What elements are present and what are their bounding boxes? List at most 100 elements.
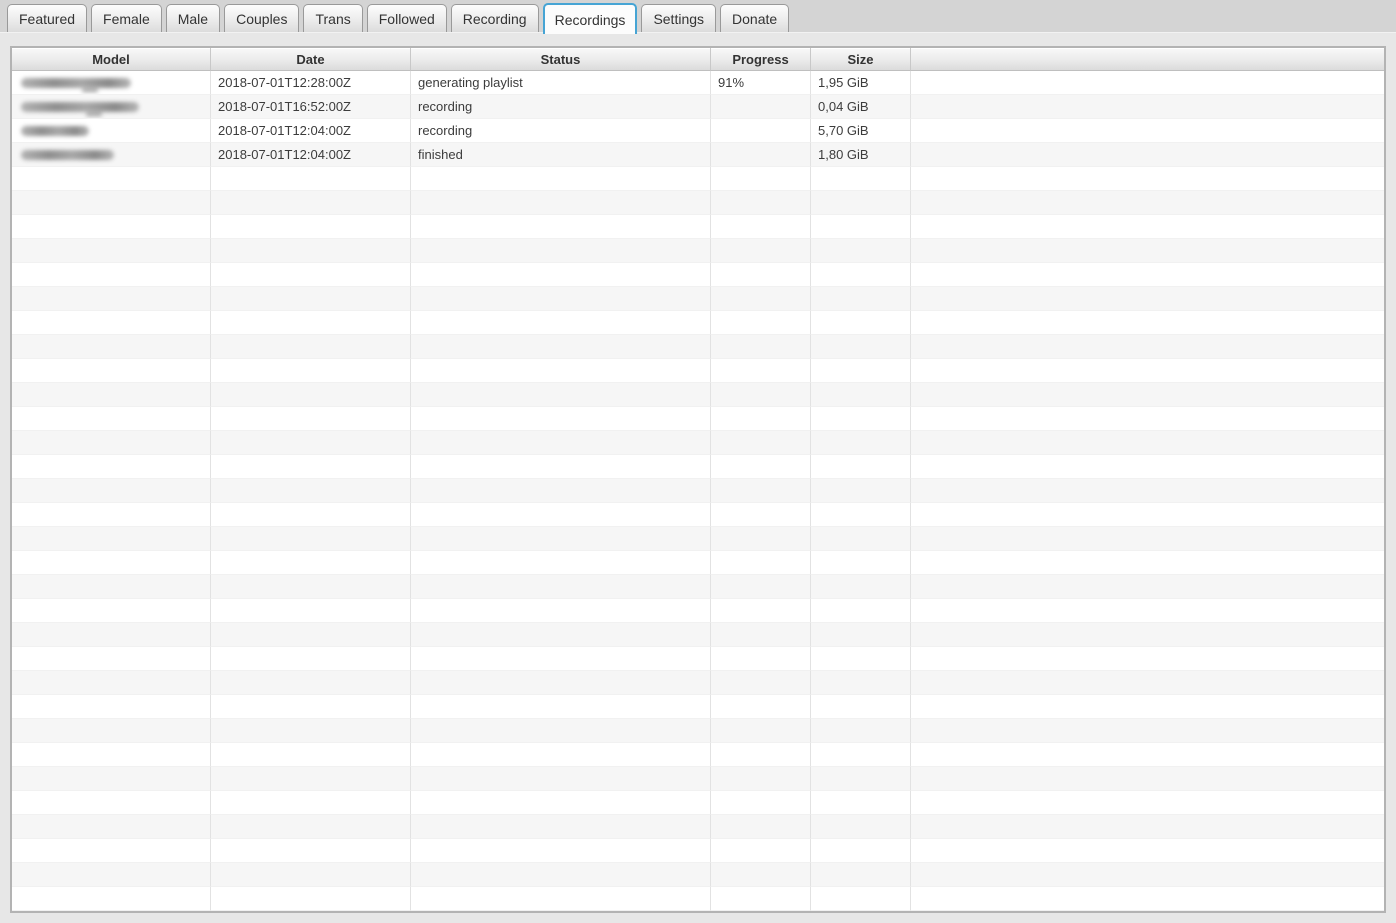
tab-female[interactable]: Female	[91, 4, 162, 32]
empty-cell	[711, 455, 811, 479]
empty-cell	[811, 191, 911, 215]
empty-cell	[711, 383, 811, 407]
empty-cell	[811, 431, 911, 455]
empty-cell	[411, 191, 711, 215]
empty-cell	[711, 815, 811, 839]
empty-cell	[711, 647, 811, 671]
empty-cell	[911, 671, 1384, 695]
empty-cell	[711, 263, 811, 287]
empty-cell	[911, 455, 1384, 479]
empty-row	[12, 695, 1384, 719]
recordings-table: Model Date Status Progress Size 2018-07-…	[10, 46, 1386, 913]
empty-cell	[811, 575, 911, 599]
empty-cell	[711, 335, 811, 359]
tab-bar: Featured Female Male Couples Trans Follo…	[0, 0, 1396, 34]
empty-cell	[211, 599, 411, 623]
tab-donate[interactable]: Donate	[720, 4, 790, 32]
empty-cell	[12, 815, 211, 839]
empty-cell	[211, 863, 411, 887]
empty-cell	[811, 167, 911, 191]
empty-row	[12, 239, 1384, 263]
empty-cell	[911, 863, 1384, 887]
empty-cell	[911, 503, 1384, 527]
empty-cell	[211, 455, 411, 479]
column-header-date[interactable]: Date	[211, 48, 411, 71]
empty-cell	[811, 383, 911, 407]
empty-cell	[211, 215, 411, 239]
tab-recording[interactable]: Recording	[450, 4, 539, 32]
model-name-redacted	[21, 125, 89, 136]
empty-cell	[711, 215, 811, 239]
progress-cell: 91%	[711, 71, 811, 95]
empty-cell	[211, 431, 411, 455]
tab-couples[interactable]: Couples	[224, 4, 300, 32]
empty-cell	[711, 239, 811, 263]
tab-settings[interactable]: Settings	[641, 4, 717, 32]
empty-cell	[911, 359, 1384, 383]
empty-cell	[811, 767, 911, 791]
empty-cell	[911, 191, 1384, 215]
empty-cell	[211, 359, 411, 383]
empty-row	[12, 167, 1384, 191]
column-header-progress[interactable]: Progress	[711, 48, 811, 71]
empty-cell	[911, 839, 1384, 863]
empty-row	[12, 623, 1384, 647]
empty-row	[12, 671, 1384, 695]
tab-trans[interactable]: Trans	[303, 4, 363, 32]
empty-cell	[911, 647, 1384, 671]
empty-cell	[411, 695, 711, 719]
empty-cell	[911, 335, 1384, 359]
column-header-size[interactable]: Size	[811, 48, 911, 71]
empty-cell	[811, 551, 911, 575]
empty-cell	[411, 719, 711, 743]
model-name-redacted	[21, 149, 114, 160]
size-cell: 5,70 GiB	[811, 119, 911, 143]
tab-male[interactable]: Male	[165, 4, 221, 32]
empty-cell	[12, 311, 211, 335]
empty-cell	[211, 167, 411, 191]
empty-cell	[411, 671, 711, 695]
recording-row[interactable]: 2018-07-01T12:04:00Z recording 5,70 GiB	[12, 119, 1384, 143]
tab-followed[interactable]: Followed	[366, 4, 447, 32]
empty-cell	[811, 671, 911, 695]
empty-cell	[211, 503, 411, 527]
empty-cell	[811, 743, 911, 767]
empty-cell	[411, 599, 711, 623]
empty-cell	[911, 599, 1384, 623]
empty-cell	[811, 815, 911, 839]
empty-cell	[911, 167, 1384, 191]
recording-row[interactable]: 2018-07-01T12:04:00Z finished 1,80 GiB	[12, 143, 1384, 167]
column-header-status[interactable]: Status	[411, 48, 711, 71]
empty-cell	[211, 887, 411, 911]
empty-cell	[811, 623, 911, 647]
empty-cell	[711, 407, 811, 431]
tab-featured[interactable]: Featured	[7, 4, 88, 32]
empty-cell	[411, 839, 711, 863]
empty-cell	[12, 623, 211, 647]
empty-row	[12, 551, 1384, 575]
empty-cell	[12, 407, 211, 431]
empty-cell	[911, 527, 1384, 551]
recording-row[interactable]: 2018-07-01T16:52:00Z recording 0,04 GiB	[12, 95, 1384, 119]
empty-cell	[411, 311, 711, 335]
empty-cell	[711, 503, 811, 527]
date-cell: 2018-07-01T12:28:00Z	[211, 71, 411, 95]
model-cell	[12, 95, 211, 119]
tab-recordings[interactable]: Recordings	[542, 3, 638, 34]
empty-cell	[811, 335, 911, 359]
empty-cell	[711, 791, 811, 815]
empty-cell	[211, 239, 411, 263]
empty-cell	[711, 575, 811, 599]
empty-row	[12, 575, 1384, 599]
empty-cell	[811, 359, 911, 383]
model-name-redacted	[21, 101, 139, 116]
empty-cell	[711, 863, 811, 887]
empty-row	[12, 431, 1384, 455]
empty-cell	[12, 383, 211, 407]
recording-row[interactable]: 2018-07-01T12:28:00Z generating playlist…	[12, 71, 1384, 95]
status-cell: finished	[411, 143, 711, 167]
empty-row	[12, 359, 1384, 383]
column-header-model[interactable]: Model	[12, 48, 211, 71]
empty-cell	[411, 551, 711, 575]
empty-cell	[411, 743, 711, 767]
